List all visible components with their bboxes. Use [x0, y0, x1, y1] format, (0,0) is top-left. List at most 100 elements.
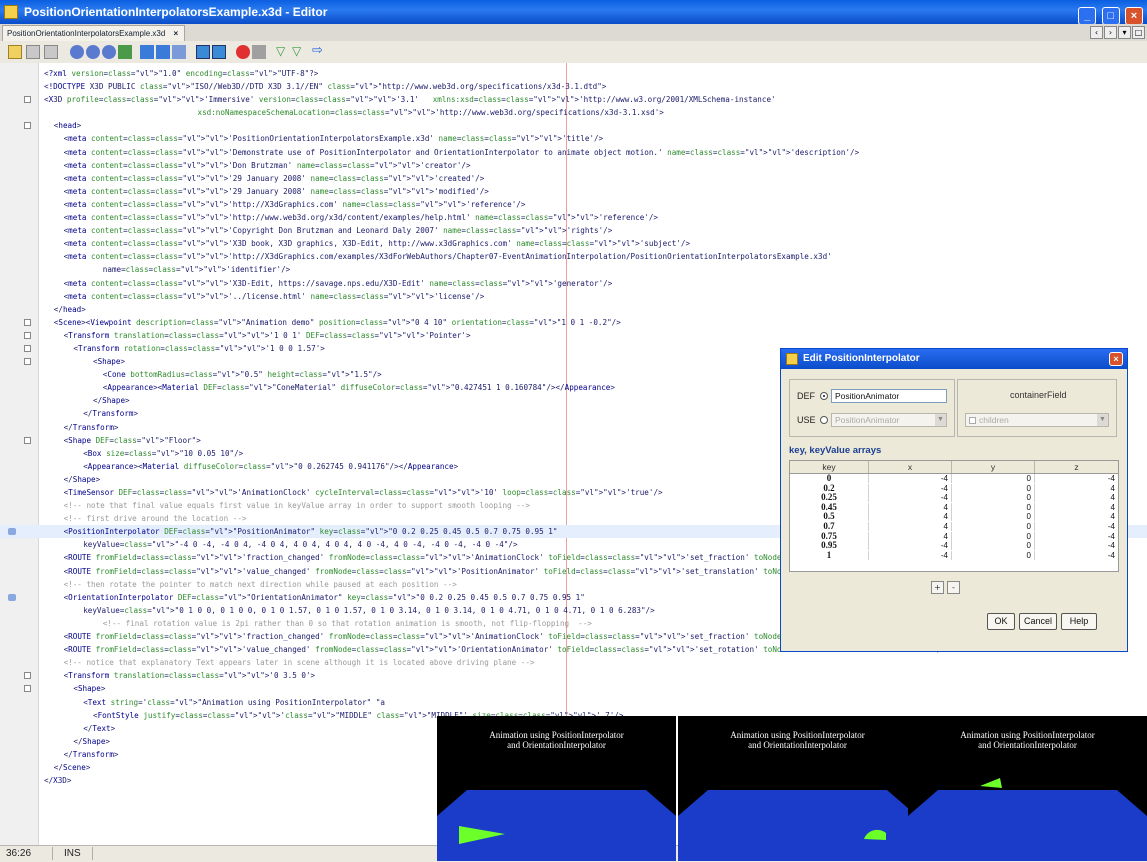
shift-right-icon[interactable] [212, 45, 226, 59]
code-line[interactable]: <meta content=class=class="vl">"vl">'htt… [0, 198, 1147, 211]
code-line[interactable]: <meta content=class=class="vl">"vl">'Cop… [0, 224, 1147, 237]
use-radio[interactable] [820, 416, 828, 424]
code-line[interactable]: <meta content=class=class="vl">"vl">'Pos… [0, 132, 1147, 145]
tab-scroll-right-icon[interactable]: › [1104, 26, 1117, 39]
fold-toggle-icon[interactable] [24, 122, 31, 130]
code-line[interactable]: <Shape> [0, 682, 1147, 695]
tab-scroll-left-icon[interactable]: ‹ [1090, 26, 1103, 39]
cancel-button[interactable]: Cancel [1019, 613, 1057, 630]
key-value-table[interactable]: key x y z 0 -4 0 -4 0.2 -4 0 4 0.25 -4 0 4 0.45 4 0 4 0.… [789, 460, 1119, 572]
def-radio[interactable] [820, 392, 828, 400]
code-line[interactable]: <meta content=class=class="vl">"vl">'Don… [0, 159, 1147, 172]
code-line[interactable]: xsd:noNamespaceSchemaLocation=class=clas… [0, 106, 1147, 119]
tab-list-icon[interactable]: ▾ [1118, 26, 1131, 39]
code-line[interactable]: <head> [0, 119, 1147, 132]
table-cell[interactable]: 0.7 [790, 522, 869, 531]
chevron-down-icon[interactable]: ▼ [1097, 414, 1108, 426]
add-row-button[interactable]: + [931, 581, 944, 594]
fold-toggle-icon[interactable] [24, 96, 31, 104]
code-line[interactable]: <meta content=class=class="vl">"vl">'Dem… [0, 146, 1147, 159]
table-cell[interactable]: 0 [952, 531, 1035, 541]
container-field-dropdown[interactable]: children ▼ [965, 413, 1109, 427]
record-macro-icon[interactable] [236, 45, 250, 59]
ok-button[interactable]: OK [987, 613, 1015, 630]
table-cell[interactable]: -4 [1035, 522, 1118, 531]
table-cell[interactable]: -4 [869, 493, 952, 503]
table-row[interactable]: 0.45 4 0 4 [790, 502, 1118, 512]
table-cell[interactable]: 4 [1035, 493, 1118, 502]
table-row[interactable]: 0.2 -4 0 4 [790, 483, 1118, 493]
table-cell[interactable]: 4 [1035, 512, 1118, 521]
table-cell[interactable]: -4 [1035, 541, 1118, 550]
fold-toggle-icon[interactable] [24, 685, 31, 693]
table-cell[interactable]: -4 [1035, 532, 1118, 541]
minimize-button[interactable]: _ [1078, 7, 1097, 25]
fold-toggle-icon[interactable] [24, 331, 31, 339]
table-cell[interactable]: 4 [869, 512, 952, 522]
code-line[interactable]: <X3D profile=class=class="vl">"vl">'Imme… [0, 93, 1147, 106]
table-cell[interactable]: -4 [869, 550, 952, 560]
back-icon[interactable] [8, 45, 22, 59]
table-cell[interactable]: 0 [952, 474, 1035, 483]
code-line[interactable]: <meta content=class=class="vl">"vl">'X3D… [0, 237, 1147, 250]
code-line[interactable]: name=class=class="vl">"vl">'identifier'/… [0, 263, 1147, 276]
code-line[interactable]: <meta content=class=class="vl">"vl">'29 … [0, 172, 1147, 185]
table-cell[interactable]: 1 [790, 550, 869, 560]
table-cell[interactable]: -4 [869, 474, 952, 483]
use-dropdown[interactable]: PositionAnimator ▼ [831, 413, 947, 427]
table-cell[interactable]: 0 [952, 502, 1035, 512]
table-cell[interactable]: 0 [952, 541, 1035, 551]
table-cell[interactable]: 4 [1035, 503, 1118, 512]
container-checkbox[interactable] [969, 417, 976, 424]
fold-toggle-icon[interactable] [24, 436, 31, 444]
next-bookmark-icon[interactable] [156, 45, 170, 59]
run-icon[interactable]: ⇨ [312, 44, 326, 59]
find-prev-icon[interactable] [86, 45, 100, 59]
table-cell[interactable]: 4 [1035, 484, 1118, 493]
code-line[interactable]: <Scene><Viewpoint description=class="vl"… [0, 316, 1147, 329]
table-cell[interactable]: 4 [869, 502, 952, 512]
code-line[interactable]: <meta content=class=class="vl">"vl">'29 … [0, 185, 1147, 198]
toggle-highlight-icon[interactable] [118, 45, 132, 59]
table-row[interactable]: 1 -4 0 -4 [790, 550, 1118, 560]
table-cell[interactable]: 4 [869, 522, 952, 531]
table-cell[interactable]: -4 [1035, 551, 1118, 560]
tab-close-button[interactable]: × [174, 29, 179, 38]
code-line[interactable]: </head> [0, 303, 1147, 316]
dialog-close-button[interactable]: × [1109, 352, 1123, 366]
table-cell[interactable]: -4 [869, 541, 952, 551]
table-cell[interactable]: 0 [952, 512, 1035, 522]
code-line[interactable]: <meta content=class=class="vl">"vl">'htt… [0, 250, 1147, 263]
table-cell[interactable]: 0 [952, 483, 1035, 493]
table-cell[interactable]: 0 [790, 474, 869, 483]
table-cell[interactable]: 0 [952, 550, 1035, 560]
fold-toggle-icon[interactable] [24, 358, 31, 366]
table-cell[interactable]: 0.95 [790, 541, 869, 551]
shift-left-icon[interactable] [196, 45, 210, 59]
code-line[interactable]: <meta content=class=class="vl">"vl">'../… [0, 290, 1147, 303]
close-button[interactable]: × [1125, 7, 1143, 25]
table-cell[interactable]: 0.25 [790, 493, 869, 503]
code-line[interactable]: <!-- notice that explanatory Text appear… [0, 656, 1147, 669]
fold-toggle-icon[interactable] [24, 672, 31, 680]
restore-window-icon[interactable]: □ [1132, 26, 1145, 39]
dropdown-icon[interactable] [44, 45, 58, 59]
fold-toggle-icon[interactable] [24, 318, 31, 326]
code-line[interactable]: <meta content=class=class="vl">"vl">'X3D… [0, 277, 1147, 290]
table-row[interactable]: 0.95 -4 0 -4 [790, 541, 1118, 551]
toggle-bookmark-icon[interactable] [172, 45, 186, 59]
table-cell[interactable]: 0 [952, 493, 1035, 503]
fold-toggle-icon[interactable] [24, 344, 31, 352]
breakpoint-marker-icon[interactable] [8, 593, 16, 601]
forward-icon[interactable] [26, 45, 40, 59]
code-line[interactable]: <!DOCTYPE X3D PUBLIC class="vl">"ISO//We… [0, 80, 1147, 93]
table-row[interactable]: 0.25 -4 0 4 [790, 493, 1118, 503]
stop-macro-icon[interactable] [252, 45, 266, 59]
breakpoint-marker-icon[interactable] [8, 528, 16, 536]
file-tab[interactable]: PositionOrientationInterpolatorsExample.… [2, 25, 186, 41]
code-line[interactable]: <Transform translation=class=class="vl">… [0, 669, 1147, 682]
prev-bookmark-icon[interactable] [140, 45, 154, 59]
find-icon[interactable] [70, 45, 84, 59]
code-line[interactable]: <meta content=class=class="vl">"vl">'htt… [0, 211, 1147, 224]
code-line[interactable]: <Text string='class="vl">"Animation usin… [0, 696, 1147, 709]
